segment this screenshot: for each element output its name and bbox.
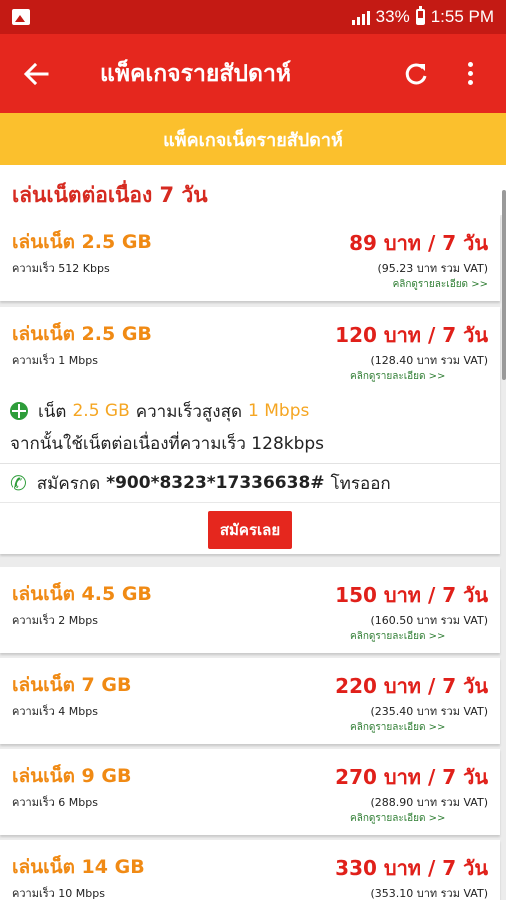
package-card[interactable]: เล่นเน็ต 4.5 GB ความเร็ว 2 Mbps 150 บาท … bbox=[0, 567, 500, 653]
package-speed: ความเร็ว 2 Mbps bbox=[12, 614, 98, 627]
package-card[interactable]: เล่นเน็ต 2.5 GB ความเร็ว 512 Kbps 89 บาท… bbox=[0, 215, 500, 301]
package-card-expanded[interactable]: เล่นเน็ต 2.5 GB ความเร็ว 1 Mbps 120 บาท … bbox=[0, 307, 500, 554]
globe-icon bbox=[10, 402, 28, 420]
package-price: 220 บาท / 7 วัน bbox=[335, 674, 488, 698]
package-vat: (128.40 บาท รวม VAT) bbox=[370, 354, 488, 367]
phone-icon: ✆ bbox=[10, 471, 27, 495]
package-vat: (353.10 บาท รวม VAT) bbox=[370, 887, 488, 900]
package-vat: (160.50 บาท รวม VAT) bbox=[370, 614, 488, 627]
details-link[interactable]: คลิกดูรายละเอียด >> bbox=[350, 369, 445, 384]
package-name: เล่นเน็ต 9 GB bbox=[12, 765, 132, 787]
image-notification-icon bbox=[12, 9, 30, 25]
dial-suffix: โทรออก bbox=[330, 473, 391, 494]
battery-percent: 33% bbox=[375, 7, 410, 26]
package-name: เล่นเน็ต 2.5 GB bbox=[12, 231, 152, 253]
details-link[interactable]: คลิกดูรายละเอียด >> bbox=[393, 277, 488, 292]
package-details: เน็ต 2.5 GB ความเร็วสูงสุด 1 Mbps จากนั้… bbox=[0, 393, 500, 459]
apply-button[interactable]: สมัครเลย bbox=[207, 511, 293, 549]
details-link[interactable]: คลิกดูรายละเอียด >> bbox=[350, 811, 445, 826]
page-title: แพ็คเกจรายสัปดาห์ bbox=[100, 60, 292, 87]
package-name: เล่นเน็ต 14 GB bbox=[12, 856, 145, 878]
detail-middle: ความเร็วสูงสุด bbox=[135, 401, 243, 422]
package-card[interactable]: เล่นเน็ต 14 GB ความเร็ว 10 Mbps 330 บาท … bbox=[0, 840, 500, 900]
package-price: 150 บาท / 7 วัน bbox=[335, 583, 488, 607]
back-button[interactable] bbox=[16, 54, 56, 94]
section-title: เล่นเน็ตต่อเนื่อง 7 วัน bbox=[0, 165, 506, 215]
refresh-icon bbox=[405, 62, 427, 84]
status-bar: 33% 1:55 PM bbox=[0, 0, 506, 34]
battery-icon bbox=[415, 6, 425, 25]
more-vert-icon bbox=[467, 62, 473, 85]
package-speed: ความเร็ว 4 Mbps bbox=[12, 705, 98, 718]
package-speed: ความเร็ว 1 Mbps bbox=[12, 354, 98, 367]
package-speed: ความเร็ว 6 Mbps bbox=[12, 796, 98, 809]
dial-code: *900*8323*17336638# bbox=[106, 473, 325, 493]
package-card[interactable]: เล่นเน็ต 7 GB ความเร็ว 4 Mbps 220 บาท / … bbox=[0, 658, 500, 744]
package-card[interactable]: เล่นเน็ต 9 GB ความเร็ว 6 Mbps 270 บาท / … bbox=[0, 749, 500, 835]
details-link[interactable]: คลิกดูรายละเอียด >> bbox=[350, 720, 445, 735]
package-price: 120 บาท / 7 วัน bbox=[335, 323, 488, 347]
package-speed: ความเร็ว 10 Mbps bbox=[12, 887, 105, 900]
package-price: 89 บาท / 7 วัน bbox=[349, 231, 488, 255]
details-link[interactable]: คลิกดูรายละเอียด >> bbox=[350, 629, 445, 644]
package-vat: (95.23 บาท รวม VAT) bbox=[377, 262, 488, 275]
more-options-button[interactable] bbox=[450, 54, 490, 94]
detail-after-quota: จากนั้นใช้เน็ตต่อเนื่องที่ความเร็ว 128kb… bbox=[10, 433, 325, 454]
refresh-button[interactable] bbox=[396, 54, 436, 94]
package-name: เล่นเน็ต 7 GB bbox=[12, 674, 132, 696]
package-name: เล่นเน็ต 2.5 GB bbox=[12, 323, 152, 345]
package-vat: (288.90 บาท รวม VAT) bbox=[370, 796, 488, 809]
detail-speed: 1 Mbps bbox=[248, 401, 310, 421]
package-name: เล่นเน็ต 4.5 GB bbox=[12, 583, 152, 605]
back-arrow-icon bbox=[23, 62, 49, 85]
dial-prefix: สมัครกด bbox=[36, 473, 101, 494]
package-price: 330 บาท / 7 วัน bbox=[335, 856, 488, 880]
package-vat: (235.40 บาท รวม VAT) bbox=[370, 705, 488, 718]
package-speed: ความเร็ว 512 Kbps bbox=[12, 262, 110, 275]
category-banner: แพ็คเกจเน็ตรายสัปดาห์ bbox=[0, 113, 506, 165]
scrollbar[interactable] bbox=[502, 190, 506, 380]
detail-data-amount: 2.5 GB bbox=[72, 401, 130, 421]
package-price: 270 บาท / 7 วัน bbox=[335, 765, 488, 789]
app-bar: แพ็คเกจรายสัปดาห์ bbox=[0, 34, 506, 113]
signal-icon bbox=[351, 9, 370, 25]
detail-prefix: เน็ต bbox=[38, 401, 67, 422]
clock: 1:55 PM bbox=[430, 7, 494, 26]
